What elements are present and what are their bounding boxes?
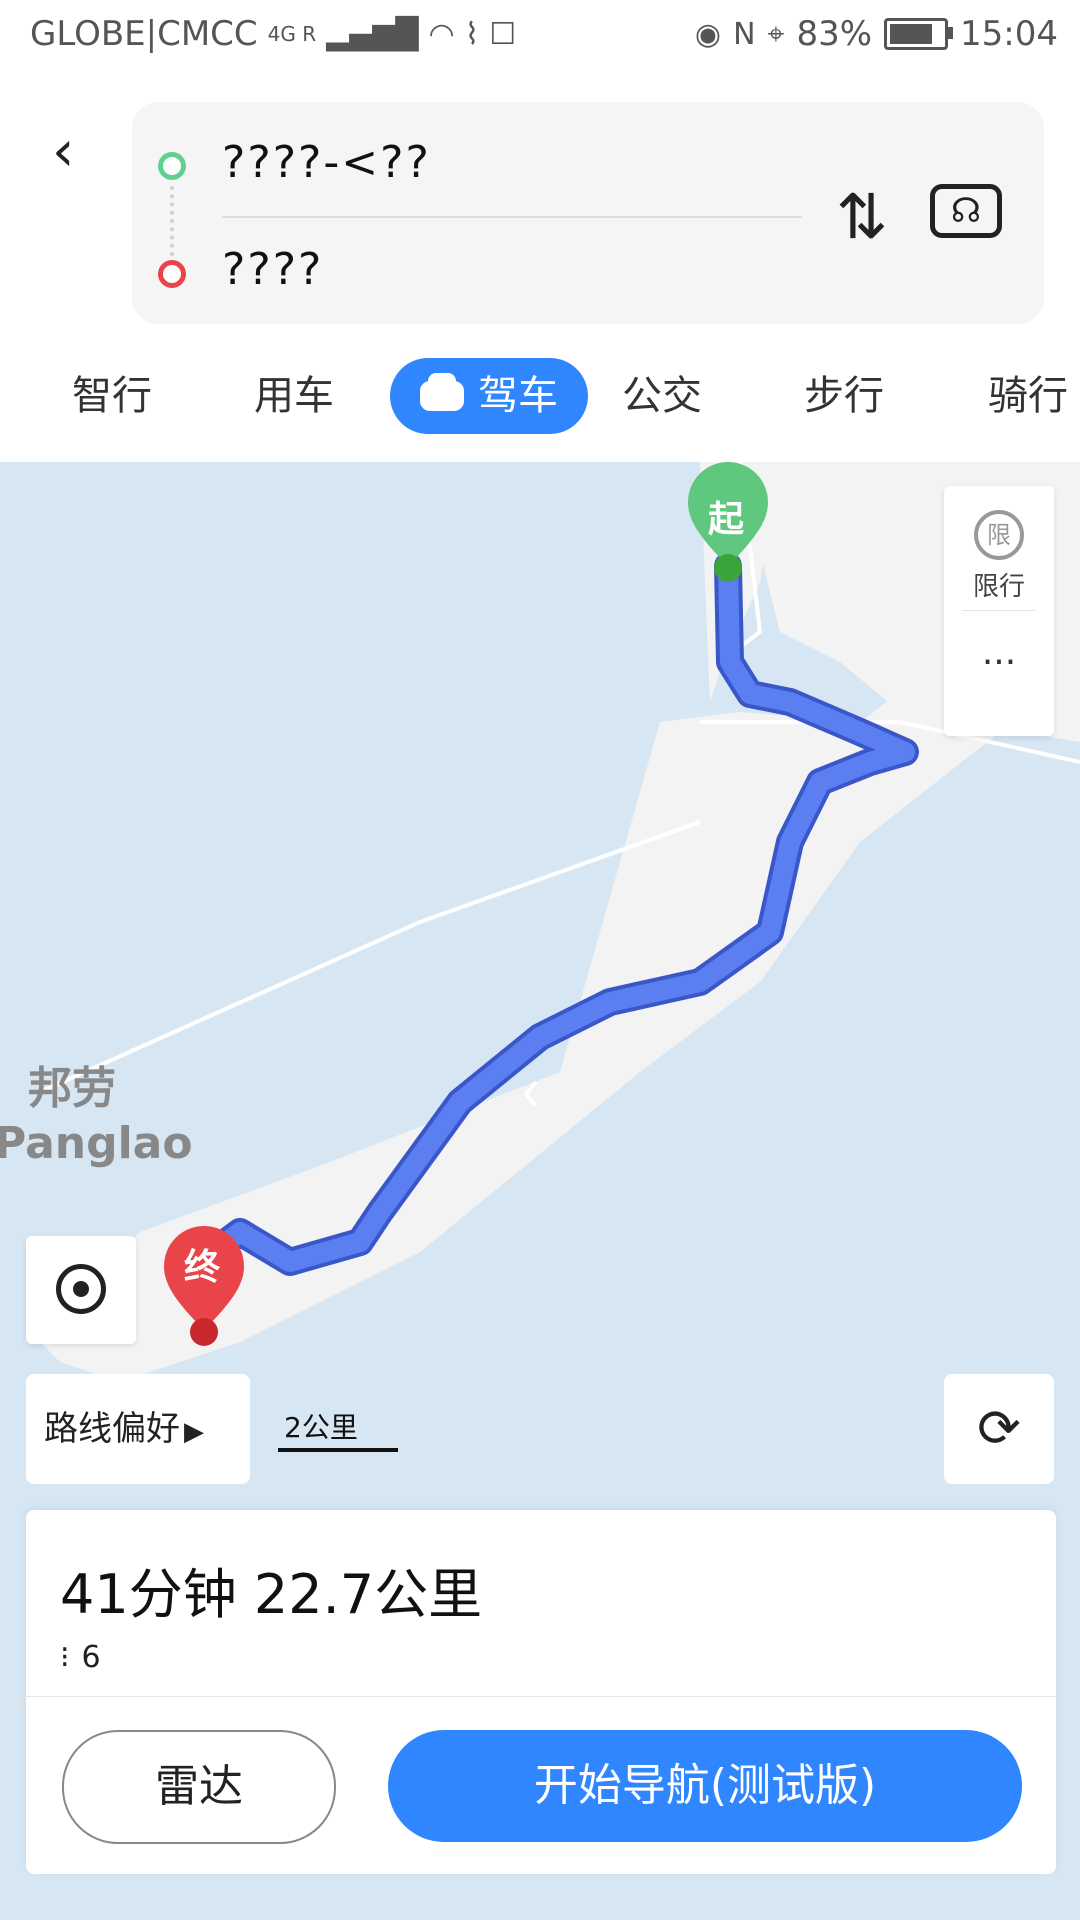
traffic-light-count: ⁝ 6 — [60, 1640, 101, 1675]
tab-ride[interactable]: 用车 — [254, 358, 334, 434]
carrier-label: GLOBE|CMCC — [30, 14, 258, 54]
tab-bike[interactable]: 骑行 — [988, 358, 1068, 434]
location-icon: ⌖ — [767, 16, 785, 52]
car-icon — [420, 373, 464, 411]
start-marker-base — [714, 554, 742, 582]
end-marker-base — [190, 1318, 218, 1346]
map-scale-bar — [278, 1448, 398, 1452]
place-label-chinese: 邦劳 — [28, 1063, 116, 1114]
status-left: GLOBE|CMCC 4G R ▂▄▆█ ◠ ⌇ ☐ — [30, 14, 516, 54]
tab-smart[interactable]: 智行 — [72, 358, 152, 434]
network-label: 4G R — [267, 22, 317, 46]
traffic-light-value: 6 — [81, 1640, 101, 1675]
summary-divider — [14, 1696, 1056, 1697]
signal-icon: ▂▄▆█ — [326, 16, 419, 52]
route-summary-card: 41分钟 22.7公里 ⁝ 6 雷达 开始导航(测试版) — [14, 1510, 1056, 1874]
transport-tabs: 智行 用车 驾车 公交 步行 骑行 — [0, 350, 1080, 460]
tab-drive-label: 驾车 — [478, 373, 558, 419]
locate-button[interactable] — [26, 1236, 136, 1344]
map-side-panel: 限 限行 ... — [944, 486, 1054, 736]
route-preference-button[interactable]: 路线偏好 ▶ — [26, 1374, 250, 1484]
battery-percent: 83% — [796, 14, 873, 54]
route-preference-label: 路线偏好 — [44, 1409, 180, 1449]
triangle-right-icon: ▶ — [184, 1417, 204, 1447]
traffic-restriction-icon[interactable]: 限 — [974, 510, 1024, 560]
wifi-icon: ◠ — [428, 16, 455, 52]
tab-walk[interactable]: 步行 — [804, 358, 884, 434]
end-dot-icon — [158, 260, 186, 288]
destination-field[interactable]: ???? — [222, 244, 323, 295]
more-options-icon[interactable]: ... — [944, 632, 1054, 673]
locate-icon — [56, 1264, 106, 1314]
route-duration-distance: 41分钟 22.7公里 — [60, 1563, 483, 1626]
traffic-light-icon: ⁝ — [60, 1640, 70, 1675]
back-button[interactable]: ‹ — [52, 124, 74, 180]
activity-icon: ⌇ — [464, 16, 480, 52]
start-dot-icon — [158, 152, 186, 180]
radar-button[interactable]: 雷达 — [62, 1730, 336, 1844]
map-scale-label: 2公里 — [284, 1411, 358, 1444]
traffic-restriction-label[interactable]: 限行 — [944, 566, 1054, 603]
route-card: ????-<?? ???? ⇅ ☊ — [132, 102, 1044, 324]
notification-icon: ☐ — [489, 16, 517, 52]
voice-input-icon[interactable]: ☊ — [930, 184, 1002, 238]
tab-transit[interactable]: 公交 — [622, 358, 702, 434]
route-connector — [170, 186, 174, 256]
refresh-icon: ⟳ — [977, 1399, 1021, 1459]
origin-field[interactable]: ????-<?? — [222, 137, 431, 188]
route-divider — [222, 216, 802, 218]
side-panel-divider — [962, 610, 1036, 611]
start-navigation-button[interactable]: 开始导航(测试版) — [388, 1730, 1022, 1842]
battery-icon — [884, 18, 954, 50]
place-label-english: Panglao — [0, 1118, 193, 1169]
nfc-icon: N — [733, 16, 756, 52]
refresh-route-button[interactable]: ⟳ — [944, 1374, 1054, 1484]
eye-icon: ◉ — [694, 16, 722, 52]
status-bar: GLOBE|CMCC 4G R ▂▄▆█ ◠ ⌇ ☐ ◉ N ⌖ 83% 15:… — [0, 0, 1080, 76]
swap-route-icon[interactable]: ⇅ — [836, 180, 888, 253]
clock: 15:04 — [960, 14, 1058, 54]
tab-drive[interactable]: 驾车 — [390, 358, 588, 434]
end-marker-label: 终 — [184, 1247, 221, 1288]
start-marker-label: 起 — [708, 499, 745, 540]
status-right: ◉ N ⌖ 83% 15:04 — [695, 14, 1058, 54]
